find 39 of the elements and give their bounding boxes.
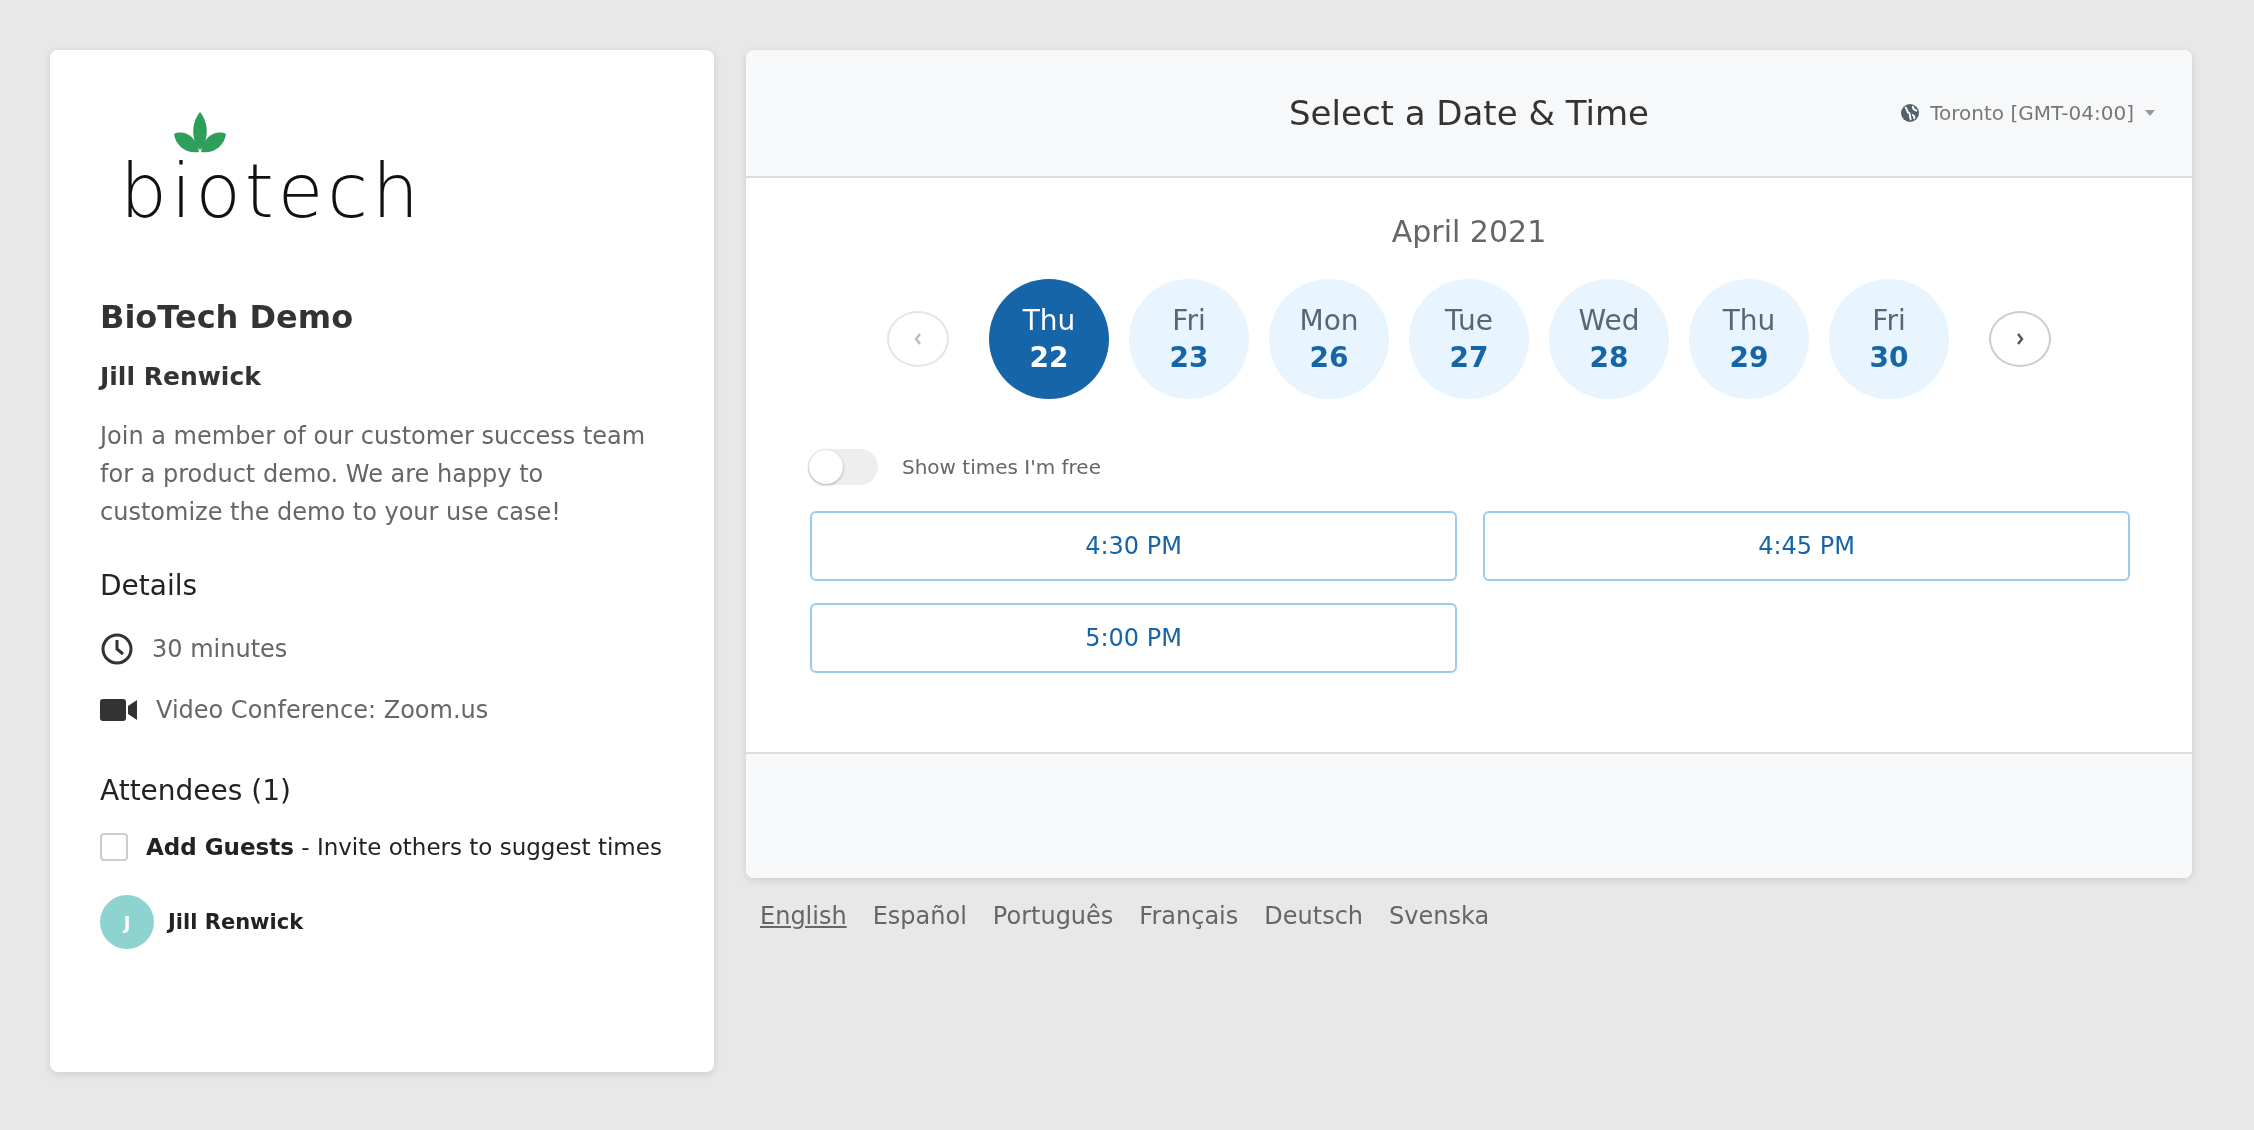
time-slot-button[interactable]: 4:45 PM [1483,511,2130,581]
timezone-dropdown[interactable]: Toronto [GMT-04:00] [1900,101,2156,125]
avatar: J [100,895,154,949]
language-link[interactable]: Deutsch [1264,902,1364,930]
toggle-label: Show times I'm free [902,455,1101,479]
date-button[interactable]: Wed 28 [1549,279,1669,399]
date-button[interactable]: Mon 26 [1269,279,1389,399]
month-label: April 2021 [1391,214,1547,249]
language-link[interactable]: Svenska [1389,902,1490,930]
chevron-left-icon [913,332,923,346]
detail-text: 30 minutes [152,635,288,663]
video-camera-icon [100,697,138,723]
time-slot-button[interactable]: 5:00 PM [810,603,1457,673]
add-guests-checkbox[interactable] [100,833,128,861]
add-guests-label: Add Guests - Invite others to suggest times [146,834,662,860]
host-name: Jill Renwick [100,362,262,391]
date-button[interactable]: Thu 22 [989,279,1109,399]
date-button[interactable]: Fri 23 [1129,279,1249,399]
globe-icon [1900,103,1921,123]
detail-text: Video Conference: Zoom.us [156,696,489,724]
scheduler-title: Select a Date & Time [1289,93,1649,133]
chevron-right-icon [2015,332,2025,346]
language-link[interactable]: Português [992,902,1114,930]
attendees-heading: Attendees (1) [100,774,292,807]
time-slot-button[interactable]: 4:30 PM [810,511,1457,581]
event-description: Join a member of our customer success team for a product demo. We are happy to customize the demo to your use case! [100,421,647,528]
attendee-name: Jill Renwick [168,910,304,934]
language-link[interactable]: Español [872,902,967,930]
logo-wordmark: biotech [120,154,423,228]
date-button[interactable]: Fri 30 [1829,279,1949,399]
toggle-switch[interactable] [808,449,878,485]
language-link[interactable]: English [760,902,847,930]
date-button[interactable]: Thu 29 [1689,279,1809,399]
clock-icon [100,632,134,666]
caret-icon [2144,109,2156,117]
event-title: BioTech Demo [100,298,355,336]
details-heading: Details [100,569,199,602]
date-button[interactable]: Tue 27 [1409,279,1529,399]
language-link[interactable]: Français [1139,902,1239,930]
